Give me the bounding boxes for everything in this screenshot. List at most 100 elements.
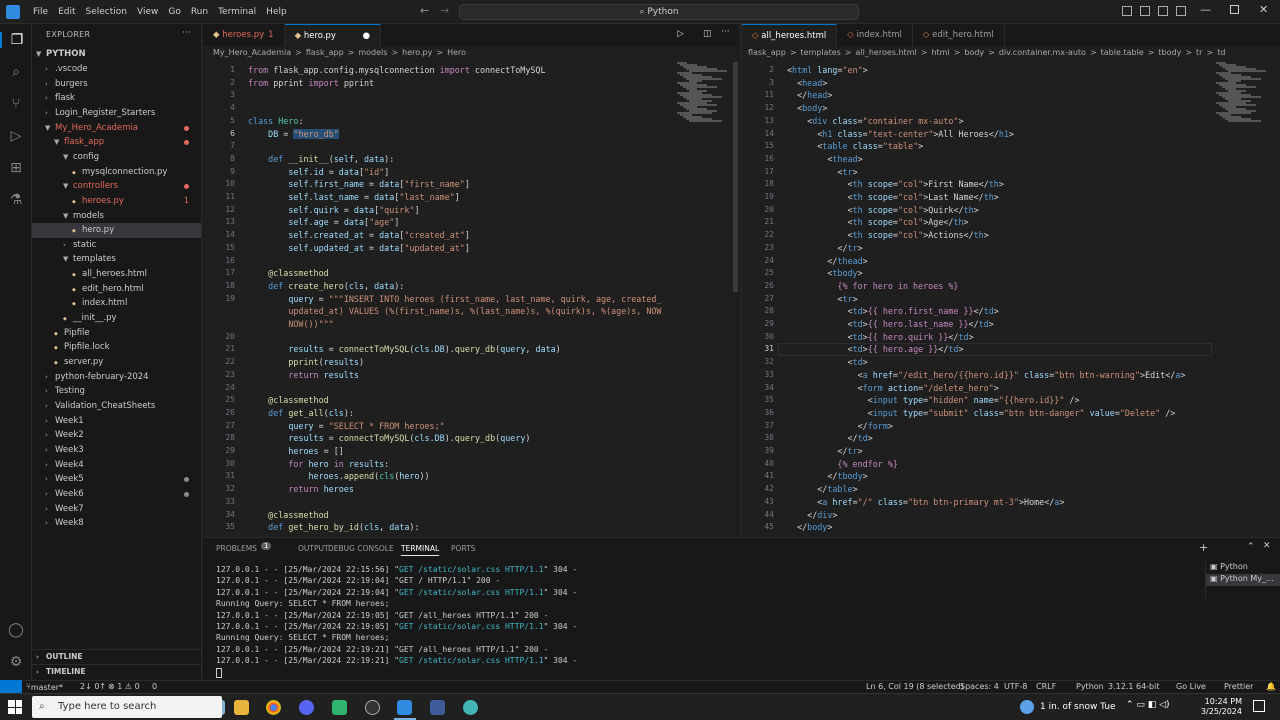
indentation[interactable]: Spaces: 4	[960, 682, 999, 691]
file-explorer-icon[interactable]	[234, 700, 249, 715]
tab-index-html[interactable]: ◇ index.html	[837, 24, 913, 46]
menu-item-terminal[interactable]: Terminal	[213, 0, 261, 24]
menu-item-help[interactable]: Help	[261, 0, 292, 24]
tree-item[interactable]: › python-february-2024	[32, 370, 201, 385]
tab-edit-hero-html[interactable]: ◇ edit_hero.html	[913, 24, 1005, 46]
maximize-icon[interactable]	[1230, 5, 1239, 14]
python-interpreter[interactable]: 3.12.1 64-bit	[1108, 682, 1160, 691]
command-center-search[interactable]: ⌕ Python	[459, 4, 859, 20]
minimap[interactable]	[1216, 62, 1268, 122]
more-actions-icon[interactable]: ···	[182, 28, 191, 38]
prettier-indicator[interactable]: Prettier	[1224, 682, 1253, 691]
sync-indicator[interactable]: 2↓ 0↑	[80, 682, 106, 691]
tree-item[interactable]: › Week2	[32, 428, 201, 443]
discord-icon[interactable]	[299, 700, 314, 715]
vscode-taskbar-icon[interactable]	[397, 700, 412, 715]
more-actions-icon[interactable]: ···	[721, 27, 730, 37]
menu-item-selection[interactable]: Selection	[81, 0, 132, 24]
panel-tab-output[interactable]: OUTPUT	[298, 544, 329, 553]
forward-arrow-icon[interactable]: →	[440, 4, 449, 17]
tree-item[interactable]: ▼ My_Hero_Academia	[32, 121, 201, 136]
breadcrumb-item[interactable]: templates	[801, 48, 841, 57]
breadcrumb-item[interactable]: tr	[1196, 48, 1202, 57]
ports-indicator[interactable]: 0	[152, 682, 157, 691]
timeline-section[interactable]: › TIMELINE	[32, 664, 201, 679]
clock-time[interactable]: 10:24 PM	[1200, 697, 1242, 706]
tree-item[interactable]: › Testing	[32, 384, 201, 399]
search-icon[interactable]: ⌕	[8, 64, 24, 80]
tree-item[interactable]: › Login_Register_Starters	[32, 106, 201, 121]
breadcrumb-item[interactable]: tbody	[1158, 48, 1181, 57]
remote-indicator[interactable]	[0, 680, 22, 693]
tree-item[interactable]: ◆ Pipfile	[32, 326, 201, 341]
breadcrumb-item[interactable]: all_heroes.html	[856, 48, 917, 57]
menu-item-view[interactable]: View	[132, 0, 163, 24]
accounts-icon[interactable]: ◯	[8, 622, 24, 638]
cursor-position[interactable]: Ln 6, Col 19 (8 selected)	[866, 682, 964, 691]
tab-all-heroes-html[interactable]: ◇ all_heroes.html	[742, 24, 838, 46]
panel-tab-ports[interactable]: PORTS	[451, 544, 475, 553]
menu-item-go[interactable]: Go	[163, 0, 185, 24]
breadcrumb-item[interactable]: td	[1217, 48, 1225, 57]
toggle-panel-icon[interactable]	[1140, 6, 1150, 16]
breadcrumb-item[interactable]: table.table	[1101, 48, 1144, 57]
notifications-bell-icon[interactable]: 🔔	[1266, 682, 1276, 691]
toggle-sidebar-icon[interactable]	[1122, 6, 1132, 16]
minimize-icon[interactable]: —	[1200, 3, 1211, 16]
tree-item[interactable]: ▼ models	[32, 209, 201, 224]
extensions-icon[interactable]: ⊞	[8, 160, 24, 176]
tree-item[interactable]: › Week4	[32, 458, 201, 473]
breadcrumb-item[interactable]: html	[931, 48, 949, 57]
tree-item[interactable]: › Week6	[32, 487, 201, 502]
tree-item[interactable]: › flask	[32, 91, 201, 106]
tree-item[interactable]: ◆ all_heroes.html	[32, 267, 201, 282]
app-icon[interactable]	[332, 700, 347, 715]
breadcrumb-item[interactable]: flask_app	[748, 48, 786, 57]
terminal-item[interactable]: ▣ Python My_...	[1206, 574, 1280, 586]
split-editor-icon[interactable]: ◫	[703, 29, 712, 39]
weather-text[interactable]: 1 in. of snow Tue	[1040, 702, 1116, 712]
layout-icon[interactable]	[1176, 6, 1186, 16]
run-debug-icon[interactable]: ▷	[8, 128, 24, 144]
panel-tab-debug-console[interactable]: DEBUG CONSOLE	[328, 544, 394, 553]
tree-item[interactable]: ▼ flask_app	[32, 135, 201, 150]
language-mode[interactable]: Python	[1076, 682, 1104, 691]
github-desktop-icon[interactable]	[365, 700, 380, 715]
menu-item-edit[interactable]: Edit	[53, 0, 80, 24]
tree-item[interactable]: ◆ edit_hero.html	[32, 282, 201, 297]
scrollbar-thumb[interactable]	[733, 62, 738, 292]
manage-gear-icon[interactable]: ⚙	[8, 654, 24, 670]
app-icon[interactable]	[430, 700, 445, 715]
unsaved-dot-icon[interactable]: ●	[360, 31, 370, 41]
source-control-icon[interactable]: ⑂	[8, 96, 24, 112]
panel-tab-problems[interactable]: PROBLEMS	[216, 544, 257, 553]
breadcrumb-item[interactable]: models	[358, 48, 387, 57]
tree-item[interactable]: ◆ hero.py	[32, 223, 201, 238]
taskbar-search-input[interactable]: ⌕ Type here to search	[32, 696, 222, 718]
app-icon[interactable]	[463, 700, 478, 715]
breadcrumb-item[interactable]: flask_app	[306, 48, 344, 57]
clock-date[interactable]: 3/25/2024	[1200, 707, 1242, 716]
tree-item[interactable]: ▼ config	[32, 150, 201, 165]
breadcrumb-item[interactable]: My_Hero_Academia	[213, 48, 291, 57]
tree-item[interactable]: › Week7	[32, 502, 201, 517]
testing-icon[interactable]: ⚗	[8, 192, 24, 208]
windows-start-icon[interactable]	[8, 700, 22, 714]
tree-item[interactable]: › .vscode	[32, 62, 201, 77]
tree-item[interactable]: › Week1	[32, 414, 201, 429]
tree-item[interactable]: ◆ Pipfile.lock	[32, 340, 201, 355]
code-area[interactable]: 2 <html lang="en"> 3 <head> 11 </head> 12 <b…	[742, 62, 1212, 536]
new-terminal-icon[interactable]: +	[1199, 541, 1208, 554]
maximize-panel-icon[interactable]: ⌃	[1247, 542, 1255, 552]
explorer-icon[interactable]: ❐	[0, 32, 32, 48]
minimap[interactable]	[677, 62, 729, 122]
tree-item[interactable]: ◆ server.py	[32, 355, 201, 370]
tree-item[interactable]: › Week5	[32, 472, 201, 487]
tab-heroes-py[interactable]: ◆ heroes.py 1	[203, 24, 285, 46]
breadcrumb-item[interactable]: body	[964, 48, 984, 57]
code-area[interactable]: 1 from flask_app.config.mysqlconnection i…	[203, 62, 673, 536]
tree-item[interactable]: › burgers	[32, 77, 201, 92]
close-window-icon[interactable]: ✕	[1259, 3, 1268, 16]
tree-item[interactable]: › Week3	[32, 443, 201, 458]
chrome-icon[interactable]	[266, 700, 281, 715]
